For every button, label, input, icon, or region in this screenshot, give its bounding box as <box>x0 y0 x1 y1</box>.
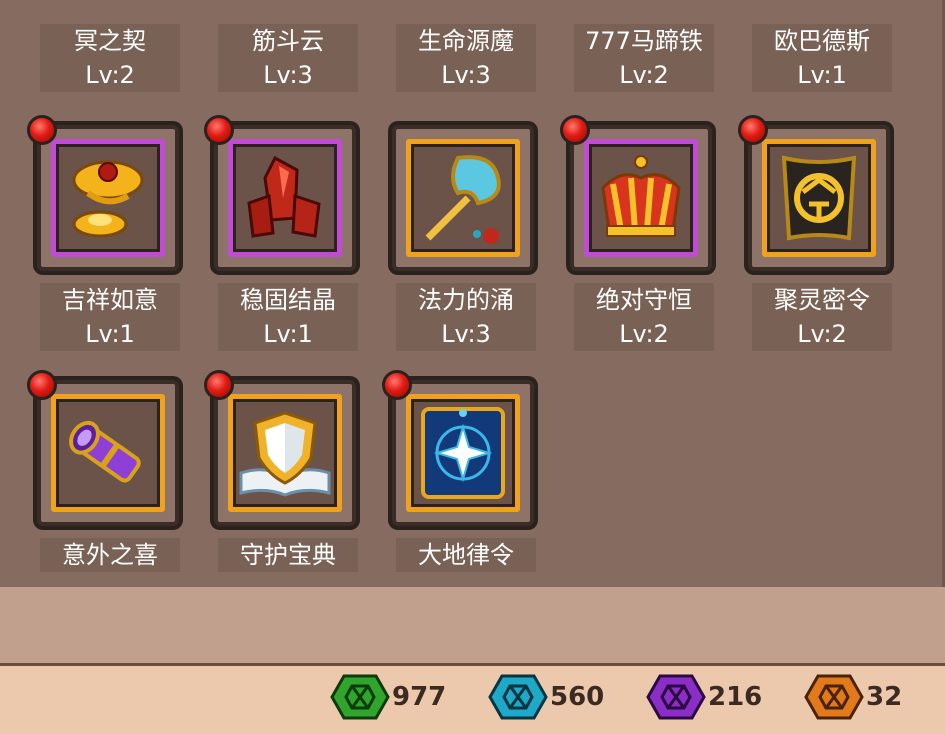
earth-card-icon <box>421 407 505 499</box>
relic-label: 欧巴德斯 Lv:1 <box>752 24 892 92</box>
relic-name: 守护宝典 <box>240 541 336 569</box>
relic-label: 大地律令 <box>396 538 536 572</box>
relic-level: Lv:1 <box>263 320 313 348</box>
relic-level: Lv:3 <box>441 61 491 89</box>
new-badge <box>560 115 590 145</box>
currency-amount: 977 <box>392 682 447 712</box>
relic-card-telescope[interactable] <box>27 370 183 530</box>
relic-name: 大地律令 <box>418 541 514 569</box>
new-badge <box>27 370 57 400</box>
new-badge <box>204 370 234 400</box>
relic-level: Lv:3 <box>441 320 491 348</box>
relic-label: 生命源魔 Lv:3 <box>396 24 536 92</box>
relic-level: Lv:1 <box>797 61 847 89</box>
mana-fan-icon <box>425 155 501 244</box>
secret-order-icon <box>781 155 857 241</box>
relic-label: 冥之契 Lv:2 <box>40 24 180 92</box>
relic-name: 生命源魔 <box>418 27 514 55</box>
relic-name: 聚灵密令 <box>774 286 870 314</box>
relic-level: Lv:3 <box>263 61 313 89</box>
relic-label: 稳固结晶 Lv:1 <box>218 283 358 351</box>
relic-card-crystal[interactable] <box>204 115 360 275</box>
cyan-gem-icon <box>488 674 548 720</box>
relic-level: Lv:2 <box>619 320 669 348</box>
currency-green: 977 <box>330 672 446 722</box>
relic-name: 绝对守恒 <box>596 286 692 314</box>
relic-label: 筋斗云 Lv:3 <box>218 24 358 92</box>
relic-name: 冥之契 <box>74 27 146 55</box>
relic-label: 绝对守恒 Lv:2 <box>574 283 714 351</box>
currency-cyan: 560 <box>488 672 604 722</box>
currency-purple: 216 <box>646 672 762 722</box>
new-badge <box>738 115 768 145</box>
new-badge <box>204 115 234 145</box>
new-badge <box>27 115 57 145</box>
relic-label: 意外之喜 <box>40 538 180 572</box>
relic-name: 吉祥如意 <box>62 286 158 314</box>
crown-icon <box>601 155 681 237</box>
shield-book-icon <box>239 411 331 497</box>
currency-amount: 560 <box>550 682 605 712</box>
relic-card-ruyi[interactable] <box>27 115 183 275</box>
relic-label: 守护宝典 <box>218 538 358 572</box>
relic-label: 吉祥如意 Lv:1 <box>40 283 180 351</box>
relic-card-order[interactable] <box>738 115 894 275</box>
relic-label: 聚灵密令 Lv:2 <box>752 283 892 351</box>
relic-name: 法力的涌 <box>418 286 514 314</box>
purple-gem-icon <box>646 674 706 720</box>
green-gem-icon <box>330 674 390 720</box>
relic-name: 稳固结晶 <box>240 286 336 314</box>
bottom-band <box>0 587 945 665</box>
relic-card-earth-order[interactable] <box>382 370 538 530</box>
relic-label: 法力的涌 Lv:3 <box>396 283 536 351</box>
red-crystal-icon <box>247 155 321 238</box>
currency-amount: 32 <box>866 682 903 712</box>
relic-level: Lv:2 <box>619 61 669 89</box>
relic-panel: 冥之契 Lv:2 筋斗云 Lv:3 生命源魔 Lv:3 777马蹄铁 Lv:2 … <box>0 0 945 587</box>
relic-card-fan[interactable] <box>388 121 538 275</box>
relic-name: 意外之喜 <box>62 541 158 569</box>
golden-ruyi-icon <box>72 160 144 238</box>
relic-level: Lv:2 <box>85 61 135 89</box>
relic-card-crown[interactable] <box>560 115 716 275</box>
relic-level: Lv:2 <box>797 320 847 348</box>
relic-name: 欧巴德斯 <box>774 27 870 55</box>
relic-label: 777马蹄铁 Lv:2 <box>574 24 714 92</box>
relic-card-shield-book[interactable] <box>204 370 360 530</box>
relic-name: 筋斗云 <box>252 27 324 55</box>
new-badge <box>382 370 412 400</box>
currency-orange: 32 <box>804 672 902 722</box>
currency-amount: 216 <box>708 682 763 712</box>
orange-gem-icon <box>804 674 864 720</box>
relic-level: Lv:1 <box>85 320 135 348</box>
relic-name: 777马蹄铁 <box>585 27 703 55</box>
telescope-icon <box>69 420 141 483</box>
